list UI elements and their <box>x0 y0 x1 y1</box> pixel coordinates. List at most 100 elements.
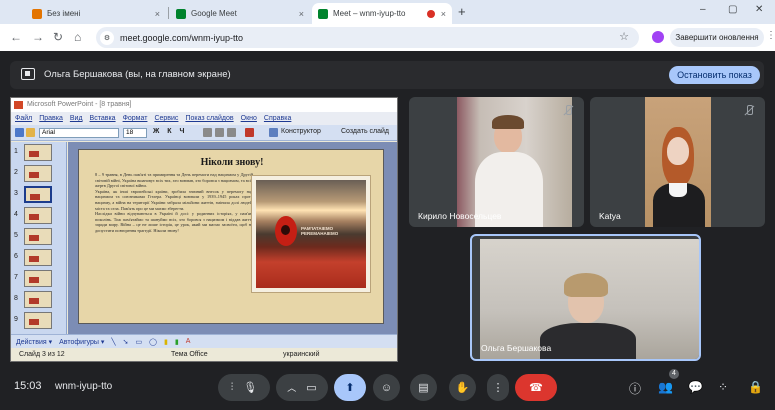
leave-call-button[interactable]: ☎ <box>515 374 557 401</box>
slide-counter: Слайд 3 из 12 <box>19 351 65 358</box>
oval-tool-icon[interactable]: ◯ <box>149 338 157 346</box>
line-color-icon[interactable]: ▮ <box>175 338 179 346</box>
tab-close-icon[interactable]: × <box>441 9 446 19</box>
maximize-button[interactable]: ▢ <box>728 4 737 15</box>
align-center-icon[interactable] <box>215 128 224 137</box>
recording-dot-icon <box>426 9 435 18</box>
menu-slideshow[interactable]: Показ слайдов <box>185 115 233 122</box>
close-window-button[interactable]: ✕ <box>755 4 763 15</box>
present-icon: ⬆ <box>345 382 355 394</box>
tab-google-meet[interactable]: Google Meet × <box>170 3 310 24</box>
participant-tile-olha[interactable]: Ольга Бершакова <box>470 234 701 361</box>
participant-tile-katya[interactable]: Katya <box>590 97 765 227</box>
shared-screen: Microsoft PowerPoint - [8 травня] Файл П… <box>10 97 398 362</box>
menu-edit[interactable]: Правка <box>39 115 63 122</box>
slide-thumbnail-selected[interactable]: 3 <box>11 184 67 205</box>
hang-up-icon: ☎ <box>529 382 543 394</box>
stop-presenting-button[interactable]: Остановить показ <box>669 66 760 84</box>
open-icon[interactable] <box>26 128 35 137</box>
menu-help[interactable]: Справка <box>264 115 291 122</box>
minimize-button[interactable]: – <box>700 4 706 15</box>
tab-close-icon[interactable]: × <box>299 9 304 19</box>
people-icon[interactable]: 👥 <box>658 380 673 394</box>
tab-title: Google Meet <box>191 9 237 18</box>
captions-button[interactable]: ▤ <box>410 374 437 401</box>
reload-button[interactable]: ↻ <box>53 30 63 44</box>
slide-body-text[interactable]: 8 – 9 травня, в День пам'яті та примирен… <box>95 172 253 234</box>
line-tool-icon[interactable]: ╲ <box>111 338 115 346</box>
participant-video <box>457 97 572 227</box>
microphone-toggle[interactable]: ⫶ 🎙 <box>218 374 270 401</box>
activities-icon[interactable]: ⁘ <box>718 380 728 394</box>
menu-insert[interactable]: Вставка <box>90 115 116 122</box>
raise-hand-button[interactable]: ✋ <box>449 374 476 401</box>
powerpoint-logo-icon <box>14 101 23 109</box>
format-buttons[interactable]: Ж К Ч <box>153 128 187 135</box>
autoshapes-menu[interactable]: Автофигуры ▾ <box>59 338 104 346</box>
url-text[interactable]: meet.google.com/wnm-iyup-tto <box>120 33 243 43</box>
design-button[interactable]: Конструктор <box>281 128 321 135</box>
slide-thumbnail[interactable]: 4 <box>11 205 67 226</box>
back-button[interactable]: ← <box>10 30 22 44</box>
menu-tools[interactable]: Сервис <box>154 115 178 122</box>
rectangle-tool-icon[interactable]: ▭ <box>136 338 143 346</box>
bookmark-star-icon[interactable]: ☆ <box>619 30 629 43</box>
slide-thumbnail[interactable]: 2 <box>11 163 67 184</box>
fill-color-icon[interactable]: ▮ <box>164 338 168 346</box>
host-controls-icon[interactable]: 🔒 <box>748 380 763 394</box>
info-icon[interactable]: ⓘ <box>629 380 641 397</box>
arrow-tool-icon[interactable]: ➘ <box>123 338 129 346</box>
chevron-up-icon[interactable]: ︿ <box>287 381 296 394</box>
slide-canvas[interactable]: Ніколи знову! 8 – 9 травня, в День пам'я… <box>78 149 384 324</box>
slide-paragraph: 8 – 9 травня, в День пам'яті та примирен… <box>95 172 253 189</box>
menu-file[interactable]: Файл <box>15 115 32 122</box>
address-bar[interactable]: ⚙ meet.google.com/wnm-iyup-tto ☆ <box>96 27 639 48</box>
poppy-field-image[interactable]: PAM'IATAIEMO PEREMAHAIEMO <box>251 175 371 293</box>
menu-view[interactable]: Вид <box>70 115 83 122</box>
camera-icon: ▭ <box>306 382 317 394</box>
tab-untitled[interactable]: Без імені × <box>26 3 166 24</box>
home-button[interactable]: ⌂ <box>74 30 81 44</box>
camera-toggle[interactable]: ︿ ▭ <box>276 374 328 401</box>
language: украинский <box>283 351 320 358</box>
tab-meet-active[interactable]: Meet – wnm-iyup-tto × <box>312 3 452 24</box>
hand-icon: ✋ <box>455 382 470 394</box>
text-color-icon[interactable]: A <box>186 338 191 345</box>
forward-button[interactable]: → <box>32 30 44 44</box>
status-bar: Слайд 3 из 12 Тема Office украинский <box>11 348 397 361</box>
reactions-button[interactable]: ☺ <box>373 374 400 401</box>
slide-thumbnail[interactable]: 8 <box>11 289 67 310</box>
font-select[interactable]: Arial <box>39 128 119 138</box>
drawing-toolbar: Действия ▾ Автофигуры ▾ ╲ ➘ ▭ ◯ ▮ ▮ A <box>11 334 397 348</box>
audio-settings-icon[interactable]: ⫶ <box>231 382 234 393</box>
menu-window[interactable]: Окно <box>241 115 257 122</box>
captions-icon: ▤ <box>418 382 429 394</box>
actions-menu[interactable]: Действия ▾ <box>16 338 52 346</box>
site-info-icon[interactable]: ⚙ <box>100 30 114 45</box>
browser-menu-button[interactable]: ⋮ <box>766 30 775 41</box>
font-size-select[interactable]: 18 <box>123 128 147 138</box>
font-color-icon[interactable] <box>245 128 254 137</box>
new-slide-button[interactable]: Создать слайд <box>341 128 389 135</box>
slide-thumbnail[interactable]: 6 <box>11 247 67 268</box>
slide-thumbnail[interactable]: 7 <box>11 268 67 289</box>
chat-icon[interactable]: 💬 <box>688 380 703 394</box>
participant-video <box>480 239 699 359</box>
slide-title[interactable]: Ніколи знову! <box>79 157 385 168</box>
more-options-button[interactable]: ⋮ <box>487 374 509 401</box>
new-tab-button[interactable]: + <box>458 3 466 21</box>
profile-avatar[interactable] <box>652 31 664 43</box>
address-toolbar: ← → ↻ ⌂ ⚙ meet.google.com/wnm-iyup-tto ☆… <box>0 24 775 51</box>
update-button[interactable]: Завершити оновлення <box>670 28 764 47</box>
present-screen-button[interactable]: ⬆ <box>334 374 366 401</box>
align-right-icon[interactable] <box>227 128 236 137</box>
menu-format[interactable]: Формат <box>123 115 148 122</box>
slide-thumbnail[interactable]: 5 <box>11 226 67 247</box>
align-left-icon[interactable] <box>203 128 212 137</box>
slide-thumbnail[interactable]: 9 <box>11 310 67 331</box>
slide-thumbnail[interactable]: 1 <box>11 142 67 163</box>
new-doc-icon[interactable] <box>15 128 24 137</box>
browser-tab-strip: Без імені × Google Meet × Meet – wnm-iyu… <box>0 0 775 24</box>
tab-close-icon[interactable]: × <box>155 9 160 19</box>
participant-tile-kyrylo[interactable]: Кирило Новосельцев <box>409 97 584 227</box>
